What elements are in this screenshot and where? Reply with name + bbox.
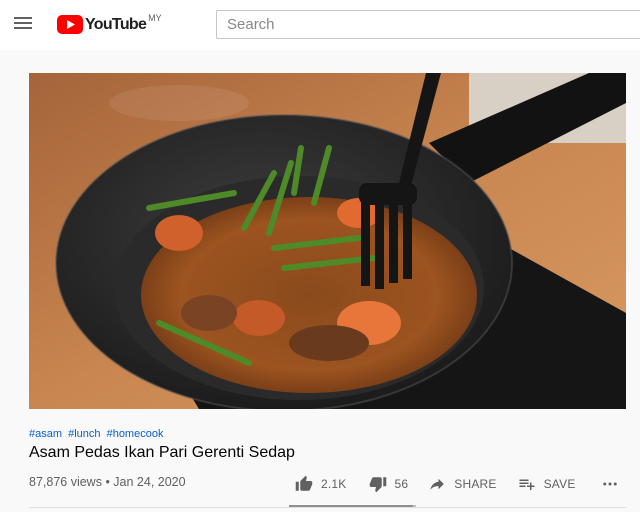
dislike-button[interactable]: 56 [369, 475, 409, 493]
publish-date: Jan 24, 2020 [113, 475, 186, 489]
hashtag-link[interactable]: #lunch [68, 428, 100, 440]
hashtag-link[interactable]: #homecook [107, 428, 164, 440]
menu-icon[interactable] [14, 16, 34, 32]
view-count: 87,876 views [29, 475, 102, 489]
meta-separator: • [101, 475, 114, 489]
save-button[interactable]: SAVE [518, 475, 576, 493]
hashtag-link[interactable]: #asam [29, 428, 62, 440]
video-player[interactable] [29, 73, 626, 409]
youtube-logo[interactable]: YouTube MY [57, 13, 162, 35]
save-label: SAVE [543, 477, 576, 491]
masthead: YouTube MY [0, 0, 640, 50]
video-meta: 87,876 views • Jan 24, 2020 [29, 475, 186, 489]
more-actions-button[interactable] [600, 475, 628, 493]
logo-text: YouTube [85, 16, 147, 33]
video-thumbnail [29, 73, 626, 409]
more-icon [602, 482, 617, 486]
hashtags: #asam #lunch #homecook [29, 428, 166, 440]
video-title: Asam Pedas Ikan Pari Gerenti Sedap [29, 444, 295, 461]
like-count: 2.1K [321, 477, 347, 491]
like-button[interactable]: 2.1K [295, 475, 347, 493]
youtube-logo-icon [57, 15, 83, 34]
dislike-count: 56 [394, 477, 409, 491]
share-button[interactable]: SHARE [428, 475, 496, 493]
share-label: SHARE [454, 477, 497, 491]
thumbs-up-icon [295, 475, 313, 491]
share-icon [430, 478, 444, 490]
playlist-add-icon [519, 479, 535, 490]
action-bar: 2.1K 56 SHARE SAVE [295, 470, 628, 498]
search-input[interactable] [216, 10, 640, 39]
divider [29, 507, 626, 508]
thumbs-down-icon [369, 477, 386, 493]
region-code: MY [148, 13, 162, 23]
